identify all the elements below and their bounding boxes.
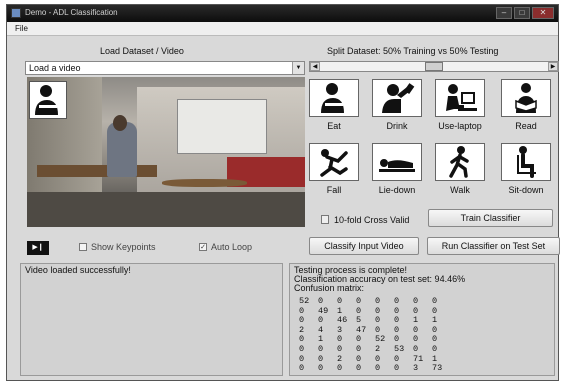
activity-lie-down[interactable]: Lie-down <box>372 143 422 195</box>
activity-sit-down[interactable]: Sit-down <box>501 143 551 195</box>
confusion-matrix-cell: 0 <box>375 363 381 374</box>
title-bar: Demo - ADL Classification – □ ✕ <box>7 5 558 22</box>
use-laptop-icon <box>435 79 485 117</box>
fall-icon <box>309 143 359 181</box>
chevron-down-icon[interactable]: ▼ <box>292 62 304 74</box>
status-message: Video loaded successfully! <box>25 265 131 275</box>
status-panel-left: Video loaded successfully! <box>20 263 283 376</box>
menu-bar: File <box>7 22 558 36</box>
close-button[interactable]: ✕ <box>532 7 554 19</box>
activity-fall[interactable]: Fall <box>309 143 359 195</box>
activity-eat[interactable]: Eat <box>309 79 359 131</box>
activity-label: Drink <box>386 121 408 131</box>
load-dataset-title: Load Dataset / Video <box>100 46 184 56</box>
app-icon <box>11 8 21 18</box>
read-icon <box>501 79 551 117</box>
play-pause-button[interactable]: ▶❙ <box>27 241 49 255</box>
confusion-matrix-cell: 0 <box>356 363 362 374</box>
activity-label: Lie-down <box>378 185 416 195</box>
activity-label: Walk <box>450 185 470 195</box>
confusion-matrix-row: 0 0 0 0 0 0 3 73 <box>299 364 451 374</box>
run-classifier-test-button[interactable]: Run Classifier on Test Set <box>427 237 560 255</box>
split-slider[interactable]: ◀ ▶ <box>309 61 559 72</box>
checkbox-box[interactable] <box>79 243 87 251</box>
split-dataset-title: Split Dataset: 50% Training vs 50% Testi… <box>327 46 499 56</box>
sit-down-icon <box>501 143 551 181</box>
activity-read[interactable]: Read <box>501 79 551 131</box>
confusion-matrix: 52 0 0 0 0 0 0 0 0 49 1 0 0 0 0 0 0 0 46 5 0 0 1 1 2 4 3 47 0 0 0 0 0 1 0 0… <box>299 296 451 374</box>
walk-icon <box>435 143 485 181</box>
slider-right-arrow-icon[interactable]: ▶ <box>548 62 558 71</box>
auto-loop-label: Auto Loop <box>211 242 253 252</box>
activity-label: Read <box>515 121 537 131</box>
slider-thumb[interactable] <box>425 62 443 71</box>
drink-icon <box>372 79 422 117</box>
menu-file[interactable]: File <box>15 24 28 33</box>
minimize-button[interactable]: – <box>496 7 512 19</box>
confusion-matrix-cell: 0 <box>394 363 400 374</box>
maximize-button[interactable]: □ <box>514 7 530 19</box>
activity-label: Fall <box>326 185 342 195</box>
video-preview <box>27 77 305 227</box>
video-select[interactable]: Load a video ▼ <box>25 61 305 75</box>
video-select-value: Load a video <box>29 63 81 73</box>
checkbox-box-checked[interactable]: ✓ <box>199 243 207 251</box>
confusion-matrix-title: Confusion matrix: <box>294 283 365 293</box>
confusion-matrix-cell: 3 <box>413 363 419 374</box>
activity-walk[interactable]: Walk <box>435 143 485 195</box>
cross-valid-spinner[interactable] <box>321 215 329 224</box>
activity-label: Use-laptop <box>438 121 482 131</box>
show-keypoints-checkbox[interactable]: Show Keypoints <box>79 242 156 252</box>
lie-down-icon <box>372 143 422 181</box>
confusion-matrix-cell: 0 <box>299 363 305 374</box>
confusion-matrix-cell: 73 <box>432 363 443 374</box>
app-window: Demo - ADL Classification – □ ✕ File Loa… <box>6 4 560 381</box>
show-keypoints-label: Show Keypoints <box>91 242 156 252</box>
eat-icon-thumbnail <box>29 81 67 119</box>
eat-icon <box>309 79 359 117</box>
activity-label: Sit-down <box>508 185 544 195</box>
classify-input-video-button[interactable]: Classify Input Video <box>309 237 419 255</box>
window-title: Demo - ADL Classification <box>25 8 118 17</box>
confusion-matrix-cell: 0 <box>337 363 343 374</box>
activity-use-laptop[interactable]: Use-laptop <box>435 79 485 131</box>
confusion-matrix-cell: 0 <box>318 363 324 374</box>
activity-label: Eat <box>327 121 341 131</box>
slider-left-arrow-icon[interactable]: ◀ <box>310 62 320 71</box>
cross-valid-label: 10-fold Cross Valid <box>334 215 410 225</box>
train-classifier-button[interactable]: Train Classifier <box>428 209 553 227</box>
auto-loop-checkbox[interactable]: ✓ Auto Loop <box>199 242 252 252</box>
activity-drink[interactable]: Drink <box>372 79 422 131</box>
